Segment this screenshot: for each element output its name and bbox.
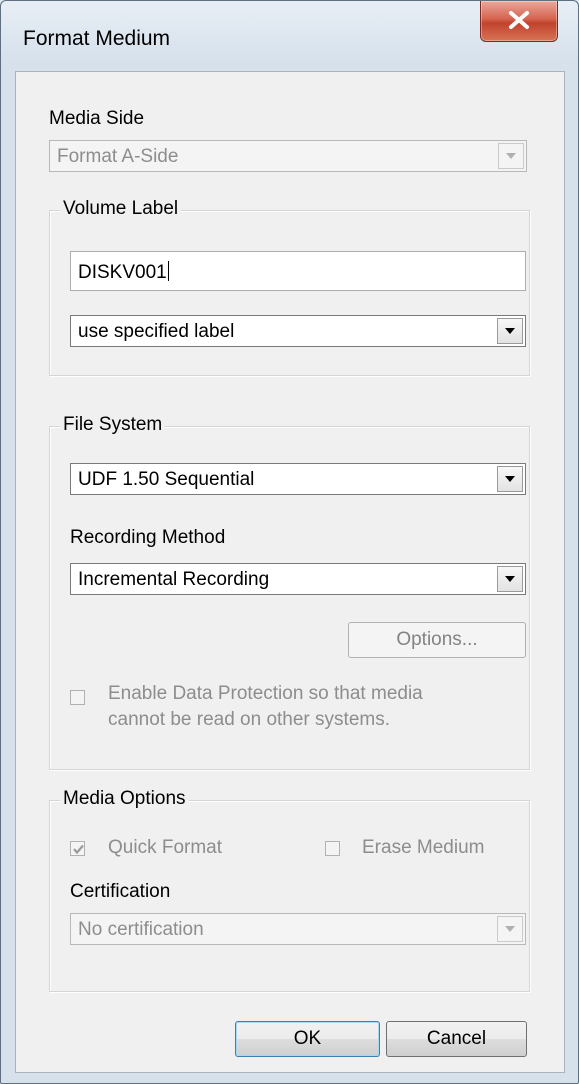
media-side-dropdown-arrow <box>498 143 524 169</box>
erase-medium-label: Erase Medium <box>362 837 485 858</box>
volume-label-value: DISKV001 <box>78 262 167 283</box>
media-side-label: Media Side <box>49 108 145 129</box>
quick-format-label: Quick Format <box>108 837 223 858</box>
close-icon <box>509 11 529 29</box>
file-system-group-title: File System <box>60 414 166 436</box>
file-system-group: File System UDF 1.50 Sequential Recordin… <box>49 414 530 770</box>
certification-value: No certification <box>78 919 204 940</box>
cancel-button[interactable]: Cancel <box>386 1021 527 1057</box>
data-protection-checkbox[interactable] <box>70 690 85 705</box>
file-system-dropdown-arrow[interactable] <box>497 466 523 492</box>
data-protection-label-line1: Enable Data Protection so that media <box>108 683 423 704</box>
quick-format-checkbox[interactable] <box>70 841 85 856</box>
volume-label-mode-select[interactable]: use specified label <box>70 315 526 347</box>
volume-label-mode-value: use specified label <box>78 321 235 342</box>
options-button[interactable]: Options... <box>348 622 526 658</box>
recording-method-value: Incremental Recording <box>78 569 270 590</box>
media-options-group-title: Media Options <box>60 788 189 810</box>
chevron-down-icon <box>505 476 515 482</box>
dialog-body: Media Side Format A-Side Volume Label DI… <box>15 71 565 1073</box>
window-title: Format Medium <box>23 27 171 50</box>
data-protection-label-line2: cannot be read on other systems. <box>108 709 390 730</box>
ok-button[interactable]: OK <box>235 1021 380 1057</box>
recording-method-label: Recording Method <box>70 527 226 548</box>
certification-select: No certification <box>70 913 526 945</box>
chevron-down-icon <box>505 926 515 932</box>
chevron-down-icon <box>506 153 516 159</box>
title-bar[interactable]: Format Medium <box>1 1 578 71</box>
recording-method-dropdown-arrow[interactable] <box>497 566 523 592</box>
chevron-down-icon <box>505 576 515 582</box>
media-side-select: Format A-Side <box>49 140 527 172</box>
media-side-value: Format A-Side <box>57 146 179 167</box>
file-system-select[interactable]: UDF 1.50 Sequential <box>70 463 526 495</box>
chevron-down-icon <box>505 328 515 334</box>
erase-medium-checkbox[interactable] <box>325 841 340 856</box>
check-icon <box>73 844 84 855</box>
media-options-group: Media Options Quick Format Erase Medium … <box>49 788 530 992</box>
file-system-value: UDF 1.50 Sequential <box>78 469 255 490</box>
certification-dropdown-arrow <box>497 916 523 942</box>
volume-label-input[interactable]: DISKV001 <box>70 251 526 291</box>
volume-label-group-title: Volume Label <box>60 198 182 220</box>
volume-label-group: Volume Label DISKV001 use specified labe… <box>49 198 530 376</box>
recording-method-select[interactable]: Incremental Recording <box>70 563 526 595</box>
text-caret <box>167 261 169 281</box>
volume-label-mode-dropdown-arrow[interactable] <box>497 318 523 344</box>
close-button[interactable] <box>480 1 558 42</box>
format-medium-dialog: Format Medium Media Side Format A-Side V… <box>0 0 579 1084</box>
certification-label: Certification <box>70 881 171 902</box>
